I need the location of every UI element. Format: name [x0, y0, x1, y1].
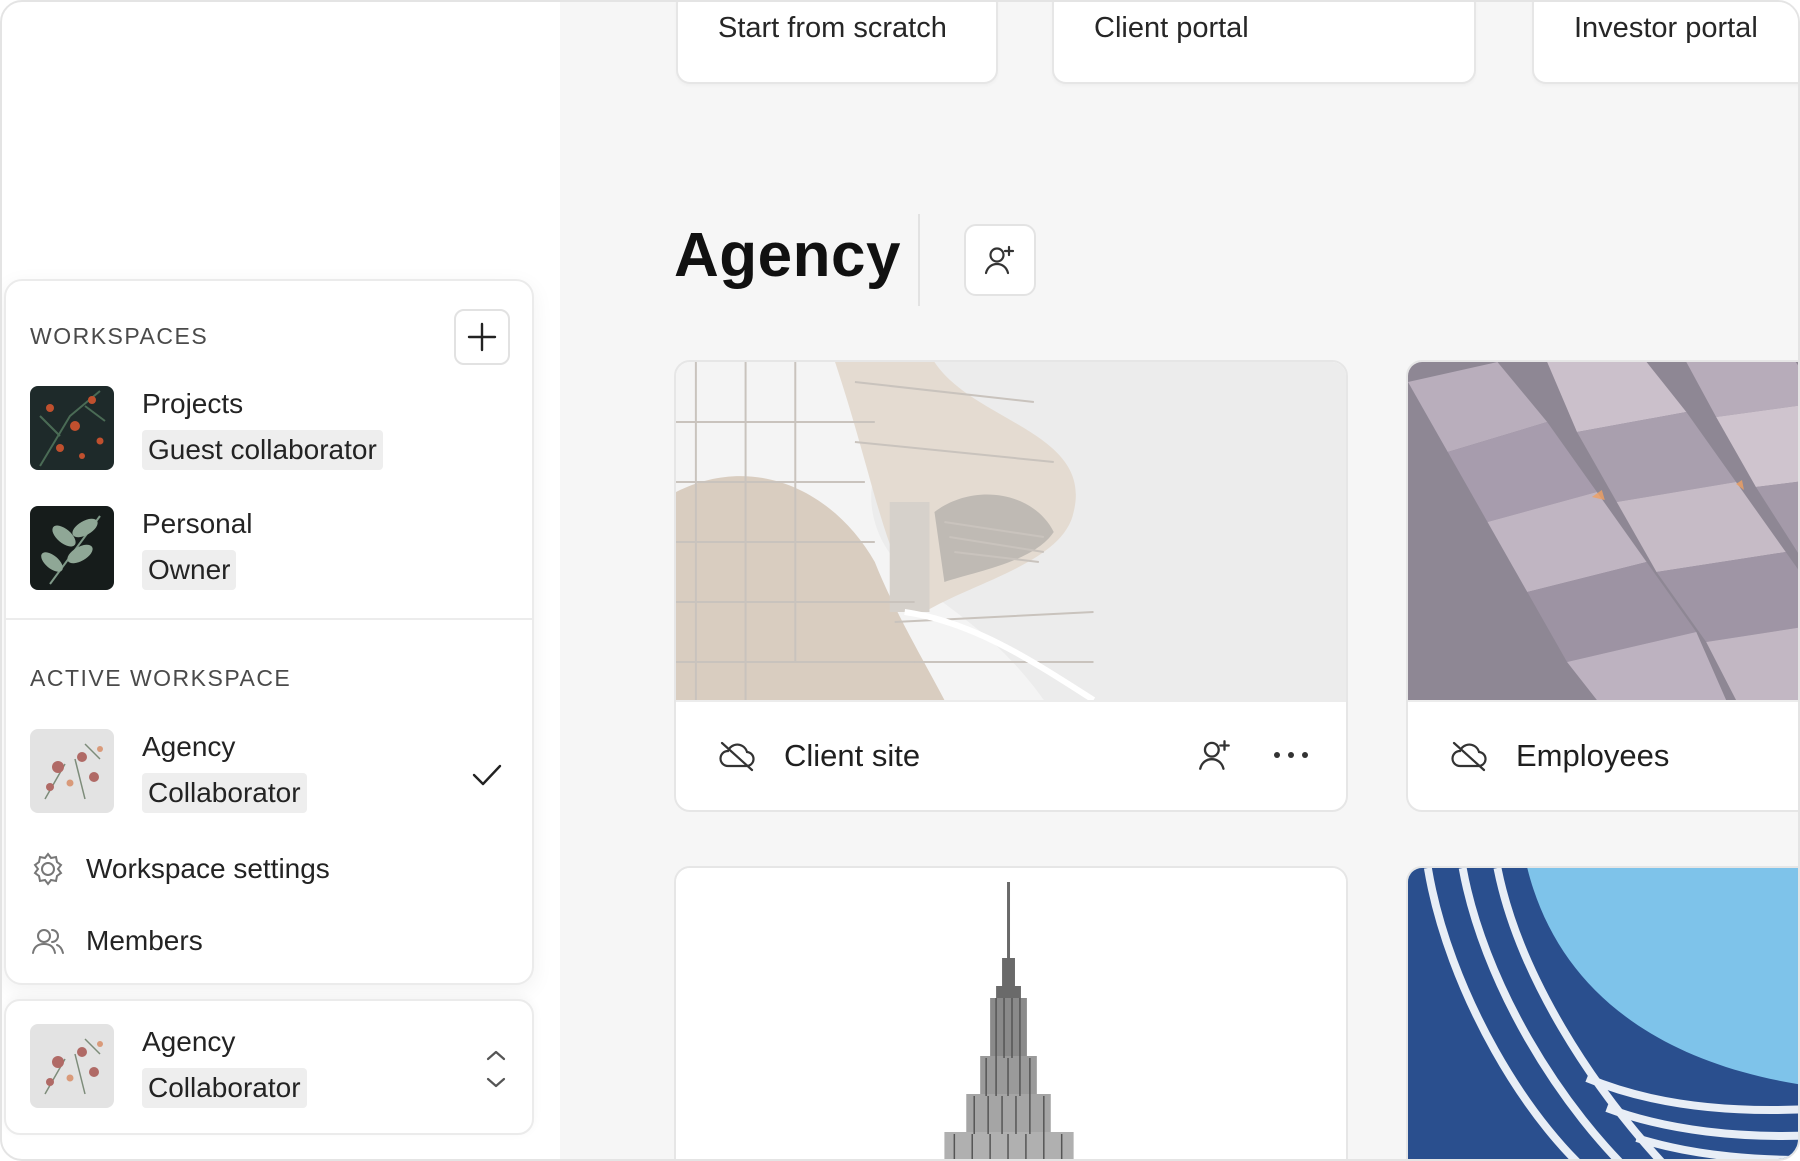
title-divider: [918, 214, 920, 306]
more-options-icon[interactable]: [1274, 740, 1308, 770]
card-image-faceted-facade: [1408, 362, 1798, 700]
workspace-role-badge: Collaborator: [142, 773, 307, 813]
menu-item-label: Workspace settings: [86, 853, 330, 884]
current-workspace: Agency Collaborator: [30, 1024, 510, 1114]
workspace-role-badge: Owner: [142, 550, 237, 590]
workspace-name: Projects: [142, 388, 244, 419]
chevron-up-down-icon: [486, 1050, 506, 1088]
workspace-item-personal[interactable]: Personal Owner: [30, 506, 510, 596]
card-image-blue-building: [1408, 868, 1798, 1159]
workspace-switcher-menu: WORKSPACES Projects Guest collaborator P…: [4, 279, 534, 985]
main-content: Start from scratch Client portal Investo…: [560, 2, 1798, 1159]
workspace-name: Agency: [142, 731, 236, 762]
app-window: Start from scratch Client portal Investo…: [0, 0, 1800, 1161]
gear-icon: [33, 852, 63, 886]
card-image-skyscraper: [676, 868, 1346, 1159]
checkmark-icon: [472, 764, 502, 786]
section-divider: [6, 618, 532, 620]
workspace-thumbnail: [30, 506, 114, 590]
members-icon: [32, 929, 64, 954]
add-user-icon[interactable]: [1196, 736, 1234, 774]
menu-item-label: Members: [86, 925, 203, 956]
active-workspace-label: ACTIVE WORKSPACE: [30, 665, 292, 691]
workspace-thumbnail: [30, 729, 114, 813]
workspace-thumbnail: [30, 386, 114, 470]
template-client-portal[interactable]: Client portal: [1052, 2, 1476, 84]
invite-member-button[interactable]: [964, 224, 1036, 296]
card-footer: Employees: [1408, 700, 1798, 808]
site-card-tower[interactable]: [674, 866, 1348, 1159]
page-title: Agency: [674, 221, 901, 290]
add-workspace-button[interactable]: [454, 309, 510, 365]
workspace-name: Agency: [142, 1026, 236, 1057]
workspace-switcher-button[interactable]: Agency Collaborator: [4, 999, 534, 1135]
card-image-architecture-curves: [676, 362, 1346, 700]
cloud-offline-icon: [719, 741, 755, 772]
plus-icon: [467, 322, 497, 352]
workspaces-section-label: WORKSPACES: [30, 323, 209, 349]
site-card-building[interactable]: [1406, 866, 1798, 1159]
workspace-thumbnail: [30, 1024, 114, 1108]
workspace-item-projects[interactable]: Projects Guest collaborator: [30, 386, 510, 476]
workspace-name: Personal: [142, 508, 253, 539]
workspace-role-badge: Guest collaborator: [142, 430, 383, 470]
workspace-settings-item[interactable]: Workspace settings: [30, 849, 330, 889]
workspace-role-badge: Collaborator: [142, 1068, 307, 1108]
card-title[interactable]: Employees: [1516, 738, 1669, 774]
site-card-employees[interactable]: Employees: [1406, 360, 1798, 812]
cloud-offline-icon: [1451, 741, 1487, 772]
template-start-from-scratch[interactable]: Start from scratch: [676, 2, 998, 84]
card-footer: Client site: [676, 700, 1346, 808]
template-investor-portal[interactable]: Investor portal: [1532, 2, 1798, 84]
card-title[interactable]: Client site: [784, 738, 920, 774]
site-card-client-site[interactable]: Client site: [674, 360, 1348, 812]
members-item[interactable]: Members: [30, 921, 203, 961]
workspace-item-agency-active[interactable]: Agency Collaborator: [30, 729, 510, 819]
add-user-icon: [984, 245, 1015, 275]
